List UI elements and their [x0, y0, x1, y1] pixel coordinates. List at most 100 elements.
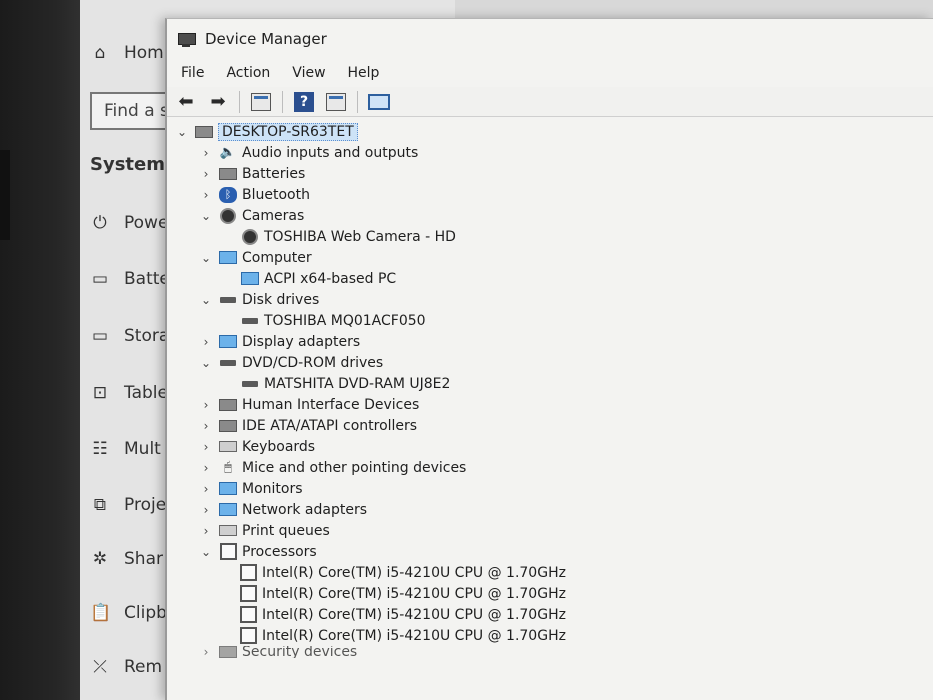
tree-leaf-cpu[interactable]: Intel(R) Core(TM) i5-4210U CPU @ 1.70GHz: [167, 604, 933, 625]
settings-nav-label: Powe: [124, 213, 169, 233]
menu-help[interactable]: Help: [346, 63, 382, 83]
menu-bar: File Action View Help: [167, 59, 933, 87]
update-driver-button[interactable]: [323, 90, 349, 114]
settings-nav-label: Proje: [124, 495, 167, 515]
tree-leaf-dvd[interactable]: MATSHITA DVD-RAM UJ8E2: [167, 373, 933, 394]
chevron-right-icon[interactable]: ›: [199, 503, 213, 517]
chevron-right-icon[interactable]: ›: [199, 461, 213, 475]
tree-node-cameras[interactable]: ⌄ Cameras: [167, 205, 933, 226]
chevron-right-icon[interactable]: ›: [199, 398, 213, 412]
tree-node-keyboards[interactable]: › Keyboards: [167, 436, 933, 457]
settings-nav-home[interactable]: ⌂ Hom: [90, 38, 170, 68]
scan-monitor-icon: [368, 93, 390, 110]
disk-drive-icon: [219, 292, 237, 308]
settings-nav-multitasking[interactable]: ☷ Mult: [90, 434, 170, 464]
chevron-right-icon[interactable]: ›: [199, 188, 213, 202]
settings-nav-storage[interactable]: ▭ Stora: [90, 321, 170, 351]
chevron-right-icon[interactable]: ›: [199, 440, 213, 454]
tree-node-monitors[interactable]: › Monitors: [167, 478, 933, 499]
remote-icon: ⤫: [93, 657, 107, 677]
tree-leaf-cpu[interactable]: Intel(R) Core(TM) i5-4210U CPU @ 1.70GHz: [167, 562, 933, 583]
leaf-label: ACPI x64-based PC: [264, 270, 397, 287]
menu-file[interactable]: File: [179, 63, 206, 83]
tree-leaf-webcam[interactable]: TOSHIBA Web Camera - HD: [167, 226, 933, 247]
tree-leaf-acpi[interactable]: ACPI x64-based PC: [167, 268, 933, 289]
power-icon: ⏻: [93, 213, 107, 233]
settings-nav-projecting[interactable]: ⧉ Proje: [90, 490, 170, 520]
settings-nav-label: Hom: [124, 43, 164, 63]
printer-icon: [219, 523, 237, 539]
properties-button[interactable]: [248, 90, 274, 114]
tree-node-display-adapters[interactable]: › Display adapters: [167, 331, 933, 352]
leaf-label: Intel(R) Core(TM) i5-4210U CPU @ 1.70GHz: [262, 627, 566, 644]
node-label: Bluetooth: [242, 186, 310, 203]
tree-leaf-hdd[interactable]: TOSHIBA MQ01ACF050: [167, 310, 933, 331]
back-arrow-icon[interactable]: ⬅: [173, 90, 199, 114]
tree-node-print-queues[interactable]: › Print queues: [167, 520, 933, 541]
chevron-down-icon[interactable]: ⌄: [199, 356, 213, 370]
speaker-icon: 🔈: [219, 145, 237, 160]
leaf-label: Intel(R) Core(TM) i5-4210U CPU @ 1.70GHz: [262, 606, 566, 623]
tree-node-security[interactable]: › Security devices: [167, 646, 933, 658]
title-bar[interactable]: Device Manager: [167, 19, 933, 59]
forward-arrow-icon[interactable]: ➡: [205, 90, 231, 114]
scan-hardware-button[interactable]: [366, 90, 392, 114]
settings-nav-shared[interactable]: ✲ Shar: [90, 544, 170, 574]
bezel-notch: [0, 150, 10, 240]
tree-node-audio[interactable]: › 🔈 Audio inputs and outputs: [167, 142, 933, 163]
tree-node-computer[interactable]: ⌄ Computer: [167, 247, 933, 268]
node-label: Keyboards: [242, 438, 316, 455]
processor-icon: [239, 628, 257, 644]
tree-leaf-cpu[interactable]: Intel(R) Core(TM) i5-4210U CPU @ 1.70GHz: [167, 625, 933, 646]
node-label: Network adapters: [242, 501, 367, 518]
node-label: IDE ATA/ATAPI controllers: [242, 417, 418, 434]
chevron-right-icon[interactable]: ›: [199, 482, 213, 496]
settings-nav-label: Mult: [124, 439, 161, 459]
node-label: DVD/CD-ROM drives: [242, 354, 384, 371]
tree-node-hid[interactable]: › Human Interface Devices: [167, 394, 933, 415]
settings-nav-tablet[interactable]: ⊡ Table: [90, 378, 170, 408]
chevron-right-icon[interactable]: ›: [199, 146, 213, 160]
tree-node-mice[interactable]: › 🖱 Mice and other pointing devices: [167, 457, 933, 478]
toolbar-separator: [357, 90, 358, 113]
mouse-icon: 🖱: [224, 460, 232, 475]
node-label: Batteries: [242, 165, 306, 182]
chevron-right-icon[interactable]: ›: [199, 524, 213, 538]
settings-nav-power[interactable]: ⏻ Powe: [90, 208, 170, 238]
tree-node-ide[interactable]: › IDE ATA/ATAPI controllers: [167, 415, 933, 436]
node-label: Disk drives: [242, 291, 320, 308]
chevron-right-icon[interactable]: ›: [199, 335, 213, 349]
chevron-down-icon[interactable]: ⌄: [175, 125, 189, 139]
chevron-right-icon[interactable]: ›: [199, 646, 213, 658]
settings-nav-battery[interactable]: ▭ Batte: [90, 264, 170, 294]
node-label: Human Interface Devices: [242, 396, 420, 413]
help-button[interactable]: ?: [291, 90, 317, 114]
node-label: Mice and other pointing devices: [242, 459, 467, 476]
node-label: Display adapters: [242, 333, 361, 350]
tree-node-processors[interactable]: ⌄ Processors: [167, 541, 933, 562]
tree-node-disk-drives[interactable]: ⌄ Disk drives: [167, 289, 933, 310]
tree-node-network[interactable]: › Network adapters: [167, 499, 933, 520]
processor-icon: [219, 544, 237, 560]
device-tree: ⌄ DESKTOP-SR63TET › 🔈 Audio inputs and o…: [167, 117, 933, 658]
settings-nav-clipboard[interactable]: 📋 Clipb: [90, 598, 170, 628]
chevron-down-icon[interactable]: ⌄: [199, 209, 213, 223]
menu-view[interactable]: View: [290, 63, 327, 83]
tree-leaf-cpu[interactable]: Intel(R) Core(TM) i5-4210U CPU @ 1.70GHz: [167, 583, 933, 604]
menu-action[interactable]: Action: [224, 63, 272, 83]
chevron-down-icon[interactable]: ⌄: [199, 293, 213, 307]
chevron-right-icon[interactable]: ›: [199, 419, 213, 433]
chevron-right-icon[interactable]: ›: [199, 167, 213, 181]
chevron-down-icon[interactable]: ⌄: [199, 251, 213, 265]
toolbar-separator: [282, 90, 283, 113]
camera-icon: [219, 208, 237, 224]
tree-root[interactable]: ⌄ DESKTOP-SR63TET: [167, 121, 933, 142]
tree-node-batteries[interactable]: › Batteries: [167, 163, 933, 184]
tree-node-dvd[interactable]: ⌄ DVD/CD-ROM drives: [167, 352, 933, 373]
tree-node-bluetooth[interactable]: › ᛒ Bluetooth: [167, 184, 933, 205]
settings-search-input[interactable]: Find a s: [90, 92, 170, 130]
settings-nav-remote[interactable]: ⤫ Rem: [90, 652, 170, 682]
chevron-down-icon[interactable]: ⌄: [199, 545, 213, 559]
leaf-label: TOSHIBA Web Camera - HD: [264, 228, 456, 245]
node-label: Processors: [242, 543, 317, 560]
